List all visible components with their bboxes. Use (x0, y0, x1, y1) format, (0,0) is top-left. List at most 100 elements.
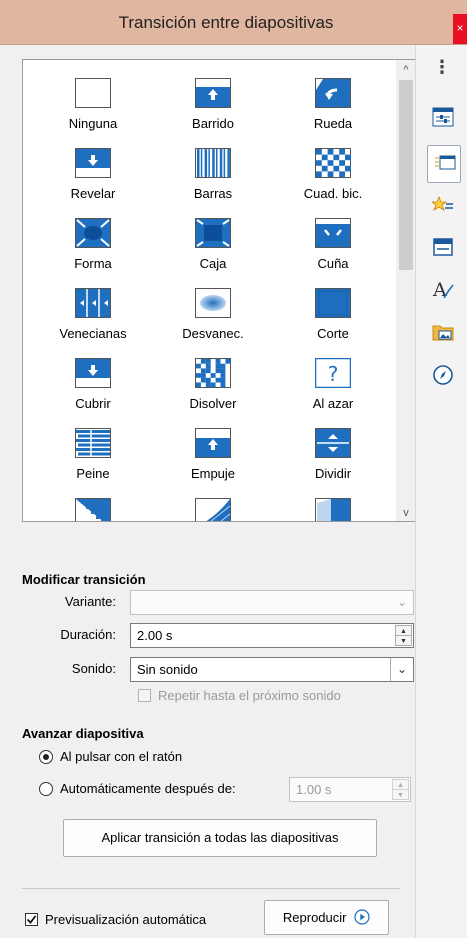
transition-item[interactable]: Empuje (153, 420, 273, 490)
transition-item[interactable]: Corte (273, 280, 393, 350)
transition-label: Venecianas (59, 326, 127, 341)
duration-field[interactable]: 2.00 s ▲ ▼ (130, 623, 414, 648)
close-icon: × (456, 21, 464, 35)
transition-item[interactable]: Caja (153, 210, 273, 280)
styles-icon[interactable]: A (426, 272, 460, 306)
transition-label: Cuad. bic. (303, 186, 363, 201)
transition-item[interactable] (153, 490, 273, 521)
sound-label: Sonido: (71, 661, 116, 676)
on-click-label: Al pulsar con el ratón (60, 749, 183, 764)
advance-slide-heading: Avanzar diapositiva (22, 726, 144, 741)
cover-icon (75, 358, 111, 388)
sidebar-deck: ⋮ A (415, 45, 467, 938)
play-icon (354, 909, 370, 925)
transition-label: Cubrir (75, 396, 111, 411)
spin-down-icon[interactable]: ▼ (392, 789, 409, 800)
gallery-scrollbar[interactable]: ^ v (396, 60, 416, 521)
transition-label: Corte (317, 326, 349, 341)
checkerboard-icon (315, 148, 351, 178)
venetian-icon (75, 288, 111, 318)
transition-item[interactable]: Cubrir (33, 350, 153, 420)
transition-label: Forma (74, 256, 112, 271)
wheel-icon (315, 78, 351, 108)
transition-item[interactable]: Cuña (273, 210, 393, 280)
shape-icon (75, 218, 111, 248)
transition-item[interactable]: Cuad. bic. (273, 140, 393, 210)
bars-icon (195, 148, 231, 178)
svg-text:?: ? (328, 362, 339, 386)
wipe-icon (195, 78, 231, 108)
auto-advance-time-field[interactable]: 1.00 s ▲ ▼ (289, 777, 411, 802)
menu-icon[interactable]: ⋮ (416, 57, 467, 78)
slide-transition-panel: ^ v Ninguna Barrido Rueda Revelar Barras Cuad… (0, 45, 417, 938)
navigator-icon[interactable] (426, 357, 460, 391)
on-click-radio[interactable] (39, 750, 53, 764)
cube-icon (315, 498, 351, 521)
scroll-up-icon[interactable]: ^ (396, 64, 416, 76)
split-icon (315, 428, 351, 458)
dissolve-icon (195, 358, 231, 388)
transition-label: Caja (199, 256, 227, 271)
variant-label: Variante: (64, 594, 116, 609)
transition-item[interactable]: Barrido (153, 70, 273, 140)
auto-preview-label: Previsualización automática (45, 912, 207, 927)
transition-label: Al azar (312, 396, 354, 411)
transition-item[interactable]: Peine (33, 420, 153, 490)
random-icon: ? (315, 358, 351, 388)
spin-down-icon[interactable]: ▼ (395, 635, 412, 646)
transition-item[interactable]: Forma (33, 210, 153, 280)
transition-item[interactable]: Desvanec. (153, 280, 273, 350)
transition-label: Cuña (317, 256, 349, 271)
variant-select[interactable]: ⌄ (130, 590, 414, 615)
slide-transition-icon[interactable] (427, 145, 461, 183)
apply-to-all-button[interactable]: Aplicar transición a todas las diapositi… (63, 819, 377, 857)
wedge-icon (315, 218, 351, 248)
diagonal-icon (75, 498, 111, 521)
transition-label: Disolver (189, 396, 237, 411)
repeat-sound-checkbox[interactable] (138, 689, 151, 702)
properties-icon[interactable] (426, 100, 460, 134)
animation-icon[interactable] (426, 188, 460, 222)
box-icon (195, 218, 231, 248)
modify-transition-heading: Modificar transición (22, 572, 146, 587)
push-icon (195, 428, 231, 458)
auto-preview-checkbox[interactable] (25, 913, 38, 926)
auto-advance-radio[interactable] (39, 782, 53, 796)
transition-item[interactable]: Barras (153, 140, 273, 210)
chevron-down-icon: ⌄ (396, 595, 408, 609)
check-icon (26, 915, 37, 924)
cut-icon (315, 288, 351, 318)
transition-label: Barras (193, 186, 233, 201)
play-button[interactable]: Reproducir (264, 900, 389, 935)
transition-item[interactable]: Venecianas (33, 280, 153, 350)
none-icon (75, 78, 111, 108)
transition-gallery: ^ v Ninguna Barrido Rueda Revelar Barras Cuad… (22, 59, 417, 522)
transition-item[interactable]: Rueda (273, 70, 393, 140)
comb-icon (75, 428, 111, 458)
transition-item[interactable] (273, 490, 393, 521)
transition-item[interactable]: ? Al azar (273, 350, 393, 420)
window-title: Transición entre diapositivas (118, 13, 334, 32)
scroll-down-icon[interactable]: v (396, 507, 416, 519)
transition-item[interactable]: Revelar (33, 140, 153, 210)
scroll-thumb[interactable] (399, 80, 413, 270)
duration-label: Duración: (60, 627, 116, 642)
title-bar: Transición entre diapositivas × (0, 0, 467, 45)
transition-item[interactable] (33, 490, 153, 521)
divider (22, 888, 400, 889)
transition-item[interactable]: Disolver (153, 350, 273, 420)
repeat-sound-label: Repetir hasta el próximo sonido (158, 688, 341, 703)
gallery-icon[interactable] (426, 315, 460, 349)
fan-icon (195, 498, 231, 521)
transition-label: Empuje (190, 466, 236, 481)
transition-label: Barrido (192, 116, 234, 131)
close-button[interactable]: × (453, 14, 467, 44)
fade-icon (195, 288, 231, 318)
transition-label: Dividir (314, 466, 352, 481)
uncover-icon (75, 148, 111, 178)
transition-item[interactable]: Ninguna (33, 70, 153, 140)
transition-item[interactable]: Dividir (273, 420, 393, 490)
auto-advance-label: Automáticamente después de: (60, 781, 236, 796)
sound-select[interactable]: Sin sonido ⌄ (130, 657, 414, 682)
master-slides-icon[interactable] (426, 230, 460, 264)
